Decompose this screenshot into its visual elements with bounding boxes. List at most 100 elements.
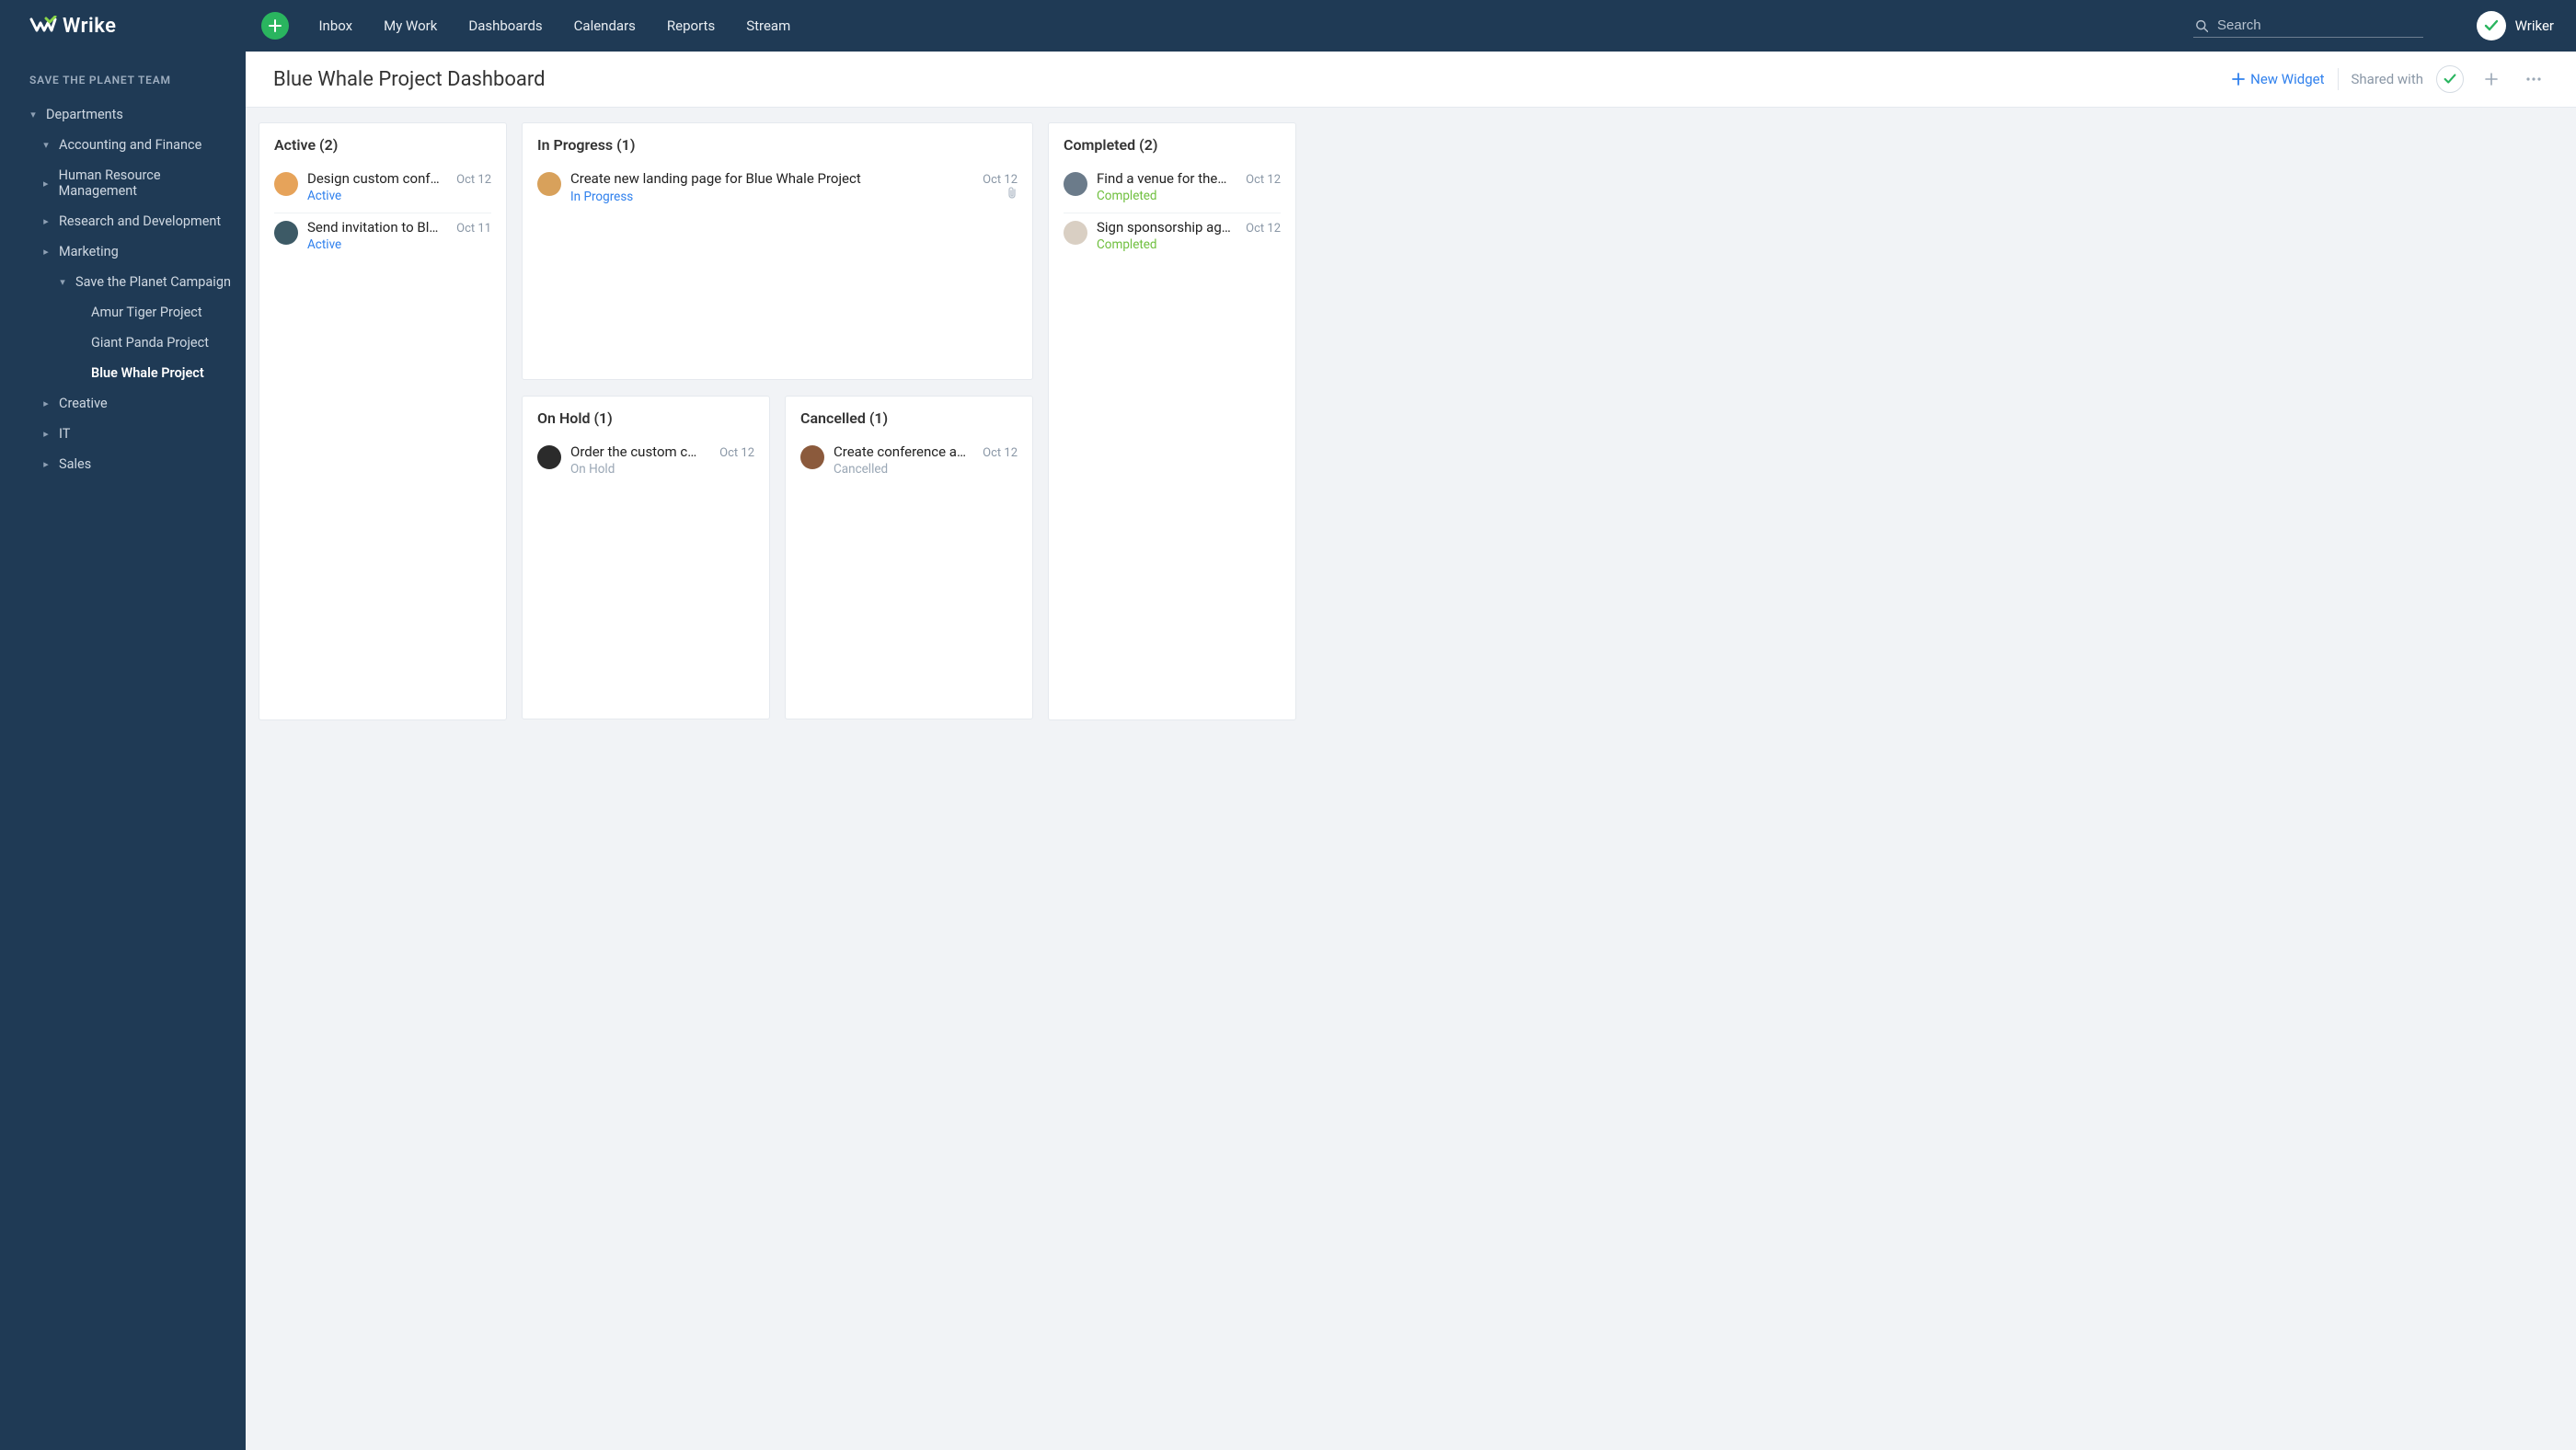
widget-title: Cancelled (1) [800, 409, 1018, 427]
tree-label: Research and Development [59, 213, 221, 229]
tree-label: IT [59, 426, 70, 442]
widget-completed: Completed (2) Find a venue for the… Oct … [1048, 122, 1296, 720]
tree-project-amur[interactable]: Amur Tiger Project [0, 297, 246, 328]
avatar [800, 445, 824, 469]
add-button[interactable] [261, 12, 289, 40]
plus-icon [2232, 73, 2245, 86]
widget-onhold: On Hold (1) Order the custom c… Oct 12 O… [522, 396, 770, 719]
task-status: Active [307, 237, 491, 252]
task-row[interactable]: Order the custom c… Oct 12 On Hold [537, 438, 754, 486]
avatar [274, 221, 298, 245]
dashboard-header: Blue Whale Project Dashboard New Widget … [246, 52, 2576, 108]
task-status: On Hold [570, 462, 754, 477]
tree-project-panda[interactable]: Giant Panda Project [0, 328, 246, 358]
tree-hr[interactable]: ▸ Human Resource Management [0, 160, 246, 206]
plus-icon [2485, 73, 2498, 86]
add-share-button[interactable] [2477, 64, 2506, 94]
user-name: Wriker [2515, 17, 2554, 34]
tree-campaign[interactable]: ▾ Save the Planet Campaign [0, 267, 246, 297]
tree-label: Human Resource Management [59, 167, 236, 199]
nav-reports[interactable]: Reports [665, 1, 717, 51]
page-title: Blue Whale Project Dashboard [273, 68, 546, 91]
tree-it[interactable]: ▸ IT [0, 419, 246, 449]
task-row[interactable]: Create new landing page for Blue Whale P… [537, 165, 1018, 214]
app-name: Wrike [63, 15, 116, 38]
app-logo[interactable]: Wrike [29, 15, 116, 38]
shared-with-label: Shared with [2352, 71, 2424, 87]
nav-stream[interactable]: Stream [744, 1, 792, 51]
tree-rnd[interactable]: ▸ Research and Development [0, 206, 246, 236]
task-title: Create conference a… [834, 443, 975, 460]
tree-creative[interactable]: ▸ Creative [0, 388, 246, 419]
chevron-right-icon: ▸ [40, 178, 52, 190]
nav-dashboards[interactable]: Dashboards [466, 1, 544, 51]
shared-avatar[interactable] [2436, 65, 2464, 93]
task-status: Completed [1097, 189, 1281, 203]
tree-label: Creative [59, 396, 108, 411]
task-title: Create new landing page for Blue Whale P… [570, 170, 975, 187]
search-icon [2195, 18, 2208, 33]
task-row[interactable]: Sign sponsorship ag… Oct 12 Completed [1064, 213, 1281, 261]
task-date: Oct 11 [456, 222, 491, 236]
topbar: Wrike Inbox My Work Dashboards Calendars… [0, 0, 2576, 52]
task-status: Cancelled [834, 462, 1018, 477]
tree-departments[interactable]: ▾ Departments [0, 99, 246, 130]
task-row[interactable]: Design custom conf… Oct 12 Active [274, 165, 491, 213]
nav-calendars[interactable]: Calendars [572, 1, 638, 51]
user-menu[interactable]: Wriker [2477, 11, 2554, 40]
avatar [274, 172, 298, 196]
tree-label: Save the Planet Campaign [75, 274, 231, 290]
widget-inprogress: In Progress (1) Create new landing page … [522, 122, 1033, 380]
search-input[interactable] [2217, 17, 2421, 33]
chevron-right-icon: ▸ [40, 246, 52, 258]
tree-marketing[interactable]: ▸ Marketing [0, 236, 246, 267]
task-row[interactable]: Find a venue for the… Oct 12 Completed [1064, 165, 1281, 213]
chevron-right-icon: ▸ [40, 428, 52, 440]
divider [2338, 68, 2339, 90]
checkmark-icon [2443, 72, 2457, 86]
widget-cancelled: Cancelled (1) Create conference a… Oct 1… [785, 396, 1033, 719]
task-status: Active [307, 189, 491, 203]
sidebar: SAVE THE PLANET TEAM ▾ Departments ▾ Acc… [0, 52, 246, 1450]
task-date: Oct 12 [983, 446, 1018, 460]
task-date: Oct 12 [456, 173, 491, 187]
task-row[interactable]: Create conference a… Oct 12 Cancelled [800, 438, 1018, 486]
chevron-down-icon: ▾ [40, 139, 52, 151]
nav-my-work[interactable]: My Work [382, 1, 439, 51]
chevron-down-icon: ▾ [28, 109, 39, 121]
widget-title: Completed (2) [1064, 136, 1281, 154]
chevron-down-icon: ▾ [57, 276, 68, 288]
task-date: Oct 12 [983, 173, 1018, 187]
widget-active: Active (2) Design custom conf… Oct 12 Ac… [259, 122, 507, 720]
checkmark-icon [2483, 17, 2500, 34]
widget-title: Active (2) [274, 136, 491, 154]
task-title: Sign sponsorship ag… [1097, 219, 1238, 236]
task-title: Find a venue for the… [1097, 170, 1238, 187]
task-date: Oct 12 [1246, 173, 1281, 187]
tree-label: Departments [46, 107, 123, 122]
widget-title: In Progress (1) [537, 136, 1018, 154]
search-box[interactable] [2193, 14, 2423, 38]
tree-accounting[interactable]: ▾ Accounting and Finance [0, 130, 246, 160]
new-widget-label: New Widget [2250, 71, 2324, 87]
task-row[interactable]: Send invitation to Bl… Oct 11 Active [274, 213, 491, 261]
attachment-icon [1006, 187, 1018, 203]
task-status: In Progress [570, 190, 633, 204]
more-button[interactable] [2519, 64, 2548, 94]
task-date: Oct 12 [719, 446, 754, 460]
nav-inbox[interactable]: Inbox [316, 1, 354, 51]
main: Blue Whale Project Dashboard New Widget … [246, 52, 2576, 1450]
chevron-right-icon: ▸ [40, 397, 52, 409]
avatar [1064, 221, 1087, 245]
new-widget-button[interactable]: New Widget [2232, 71, 2324, 87]
team-label: SAVE THE PLANET TEAM [0, 68, 246, 99]
user-avatar [2477, 11, 2506, 40]
dashboard-board: Active (2) Design custom conf… Oct 12 Ac… [246, 108, 2576, 1450]
tree-sales[interactable]: ▸ Sales [0, 449, 246, 479]
tree-label: Amur Tiger Project [91, 305, 202, 320]
tree-label: Accounting and Finance [59, 137, 201, 153]
task-status: Completed [1097, 237, 1281, 252]
chevron-right-icon: ▸ [40, 215, 52, 227]
avatar [537, 172, 561, 196]
tree-project-bluewhale[interactable]: Blue Whale Project [0, 358, 246, 388]
